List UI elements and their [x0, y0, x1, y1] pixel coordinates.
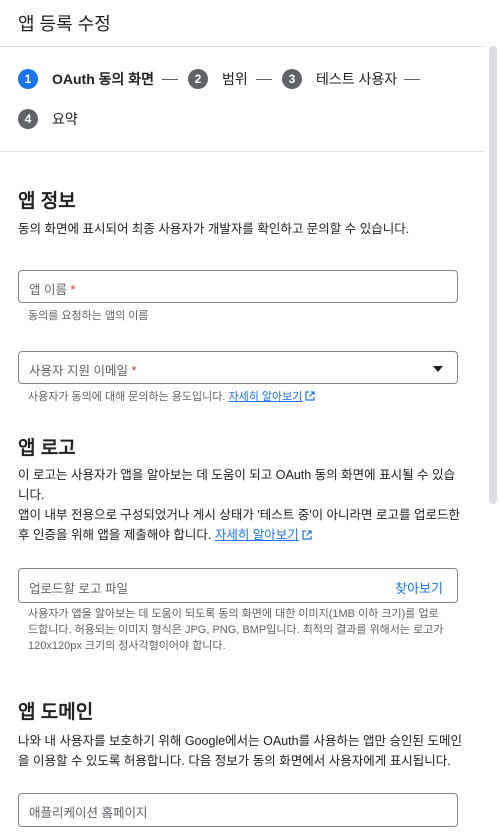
step-divider	[404, 79, 420, 80]
support-email-hint: 사용자가 동의에 대해 문의하는 용도입니다. 자세히 알아보기	[28, 389, 448, 405]
app-name-input[interactable]: 앱 이름 *	[18, 270, 458, 303]
step-number: 2	[188, 69, 208, 89]
step-number: 1	[18, 69, 38, 89]
step-scopes[interactable]: 2 범위	[188, 68, 248, 90]
step-oauth-consent[interactable]: 1 OAuth 동의 화면	[18, 68, 154, 90]
step-divider	[256, 79, 272, 80]
app-domain-heading: 앱 도메인	[18, 702, 94, 723]
app-name-placeholder: 앱 이름 *	[29, 283, 76, 297]
browse-button[interactable]: 찾아보기	[395, 578, 443, 597]
logo-upload-field[interactable]: 업로드할 로고 파일 찾아보기	[18, 568, 458, 603]
logo-upload-placeholder: 업로드할 로고 파일	[29, 582, 128, 596]
dropdown-arrow-icon	[433, 366, 443, 372]
step-divider	[162, 79, 178, 80]
app-logo-description-2: 앱이 내부 전용으로 구성되었거나 게시 상태가 '테스트 중'이 아니라면 로…	[18, 508, 461, 542]
step-label: 범위	[222, 71, 248, 87]
app-info-heading: 앱 정보	[18, 191, 76, 212]
app-logo-description: 이 로고는 사용자가 앱을 알아보는 데 도움이 되고 OAuth 동의 화면에…	[18, 468, 456, 502]
step-test-users[interactable]: 3 테스트 사용자	[282, 68, 397, 90]
app-name-hint: 동의를 요청하는 앱의 이름	[28, 310, 149, 322]
homepage-input[interactable]: 애플리케이션 홈페이지	[18, 793, 458, 827]
logo-upload-hint: 사용자가 앱을 알아보는 데 도움이 되도록 동의 화면에 대한 이미지(1MB…	[28, 608, 444, 652]
step-label: 요약	[52, 111, 78, 127]
step-summary[interactable]: 4 요약	[18, 108, 78, 130]
app-info-description: 동의 화면에 표시되어 최종 사용자가 개발자를 확인하고 문의할 수 있습니다…	[18, 222, 410, 236]
support-email-select[interactable]: 사용자 지원 이메일 *	[18, 351, 458, 384]
app-logo-heading: 앱 로고	[18, 438, 76, 459]
homepage-placeholder: 애플리케이션 홈페이지	[29, 806, 148, 820]
scrollbar[interactable]	[489, 46, 497, 504]
external-link-icon	[302, 530, 312, 540]
step-label: 테스트 사용자	[316, 71, 398, 87]
learn-more-link[interactable]: 자세히 알아보기	[229, 391, 303, 403]
dialog-header: 앱 등록 수정	[0, 0, 484, 47]
page-title: 앱 등록 수정	[18, 14, 111, 34]
step-number: 4	[18, 109, 38, 129]
support-email-placeholder: 사용자 지원 이메일 *	[29, 364, 137, 378]
step-label: OAuth 동의 화면	[52, 71, 155, 87]
learn-more-link[interactable]: 자세히 알아보기	[215, 528, 299, 542]
stepper: 1 OAuth 동의 화면 2 범위 3 테스트 사용자 4 요약	[0, 46, 484, 152]
app-domain-description: 나와 내 사용자를 보호하기 위해 Google에서는 OAuth를 사용하는 …	[18, 734, 462, 768]
step-number: 3	[282, 69, 302, 89]
external-link-icon	[305, 391, 316, 401]
